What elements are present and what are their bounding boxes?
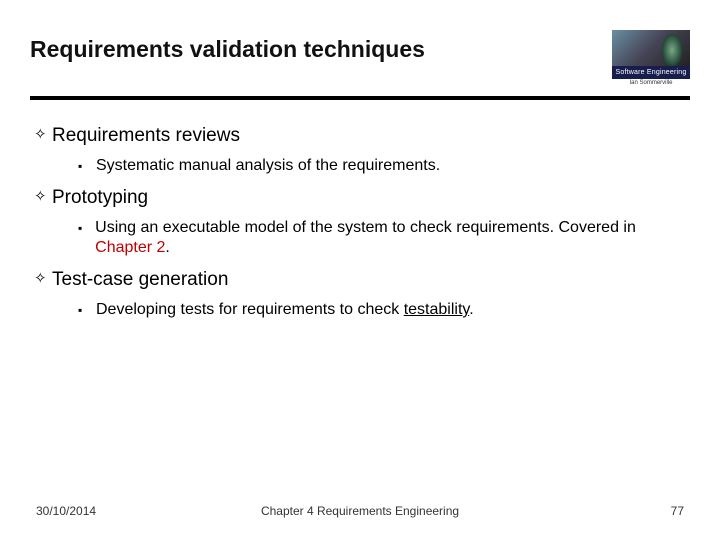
sub-bullet-text: Systematic manual analysis of the requir… xyxy=(96,156,440,176)
slide: Requirements validation techniques Softw… xyxy=(0,0,720,540)
bullet-text: Prototyping xyxy=(52,186,148,210)
bullet-level-1: ✧Prototyping xyxy=(34,186,686,210)
square-bullet-icon: ▪ xyxy=(78,218,95,238)
book-title-band: Software Engineering xyxy=(612,66,690,79)
bullet-level-1: ✧Test-case generation xyxy=(34,268,686,292)
footer: 30/10/2014 Chapter 4 Requirements Engine… xyxy=(0,504,720,518)
text-span: Using an executable model of the system … xyxy=(95,219,636,236)
bullet-text: Test-case generation xyxy=(52,268,228,292)
sub-bullet-text: Developing tests for requirements to che… xyxy=(96,300,474,320)
text-span: . xyxy=(165,239,169,256)
text-span: Systematic manual analysis of the requir… xyxy=(96,157,440,174)
text-span: . xyxy=(469,301,473,318)
underlined-text: testability xyxy=(404,301,470,318)
square-bullet-icon: ▪ xyxy=(78,156,96,176)
bullet-level-1: ✧Requirements reviews xyxy=(34,124,686,148)
bullet-text: Requirements reviews xyxy=(52,124,240,148)
bullet-level-2: ▪Developing tests for requirements to ch… xyxy=(78,300,686,320)
diamond-bullet-icon: ✧ xyxy=(34,268,52,290)
bullet-list: ✧Requirements reviews▪Systematic manual … xyxy=(30,124,690,320)
red-text: Chapter 2 xyxy=(95,239,165,256)
book-cover-image xyxy=(612,30,690,66)
bullet-level-2: ▪Using an executable model of the system… xyxy=(78,218,686,258)
header-row: Requirements validation techniques Softw… xyxy=(30,30,690,86)
diamond-bullet-icon: ✧ xyxy=(34,124,52,146)
square-bullet-icon: ▪ xyxy=(78,300,96,320)
bullet-level-2: ▪Systematic manual analysis of the requi… xyxy=(78,156,686,176)
book-title-text: Software Engineering xyxy=(616,69,687,76)
diamond-bullet-icon: ✧ xyxy=(34,186,52,208)
slide-title: Requirements validation techniques xyxy=(30,30,612,63)
footer-chapter: Chapter 4 Requirements Engineering xyxy=(0,504,720,518)
sub-bullet-text: Using an executable model of the system … xyxy=(95,218,686,258)
book-logo: Software Engineering Ian Sommerville xyxy=(612,30,690,86)
title-divider xyxy=(30,96,690,100)
book-author: Ian Sommerville xyxy=(629,80,672,86)
text-span: Developing tests for requirements to che… xyxy=(96,301,404,318)
